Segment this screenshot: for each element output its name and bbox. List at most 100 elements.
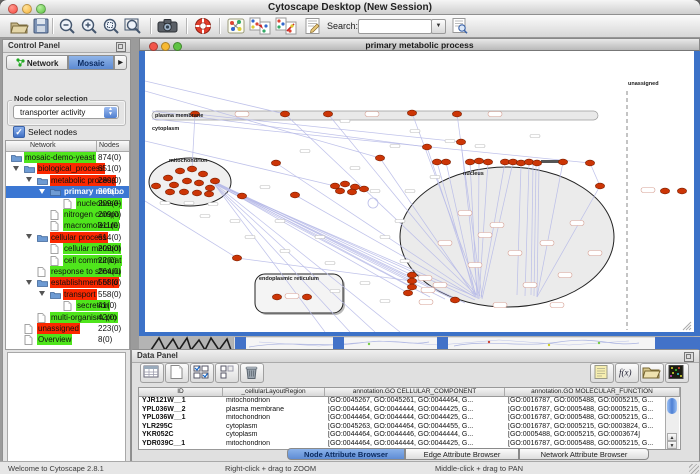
network-window-titlebar[interactable]: primary metabolic process xyxy=(139,38,700,51)
expander-icon[interactable] xyxy=(13,166,19,171)
tab-edge-attribute-browser[interactable]: Edge Attribute Browser xyxy=(405,448,519,460)
network-node[interactable] xyxy=(359,186,368,192)
tree-row-cellular-process[interactable]: cellular process614(0) xyxy=(6,232,129,243)
unselect-attributes-icon[interactable] xyxy=(215,363,239,383)
tree-row-secretion[interactable]: secretion41(0) xyxy=(6,300,129,311)
network-node[interactable] xyxy=(194,180,203,186)
network-node[interactable] xyxy=(456,139,465,145)
column-header-3[interactable]: annotation.GO MOLECULAR_FUNCTION xyxy=(505,388,680,397)
network-node[interactable] xyxy=(660,188,669,194)
tree-row-label[interactable]: transport xyxy=(63,289,97,300)
tree-col-network[interactable]: Network xyxy=(30,142,56,149)
network-node[interactable] xyxy=(516,160,525,166)
canvas-resize-grip[interactable] xyxy=(683,322,691,330)
network-node[interactable] xyxy=(422,144,431,150)
network-node[interactable] xyxy=(163,175,172,181)
zoom-view-icon[interactable] xyxy=(173,42,182,51)
tree-row-label[interactable]: unassigned xyxy=(37,323,80,334)
search-options-icon[interactable] xyxy=(450,17,470,35)
tab-network[interactable]: Network xyxy=(6,55,68,70)
attribute-matrix-icon[interactable] xyxy=(665,363,689,383)
network-node[interactable] xyxy=(323,111,332,117)
table-row-YJR121W__1[interactable]: YJR121W__1mitochondrion[GO:0045267, GO:0… xyxy=(139,397,679,406)
network-node[interactable] xyxy=(407,272,416,278)
edge[interactable] xyxy=(152,119,590,163)
close-view-icon[interactable] xyxy=(149,42,158,51)
window-resize-grip[interactable] xyxy=(689,464,699,474)
network-node[interactable] xyxy=(204,191,213,197)
network-node[interactable] xyxy=(272,294,281,300)
network-node[interactable] xyxy=(302,294,311,300)
network-node[interactable] xyxy=(677,188,686,194)
network-node[interactable] xyxy=(465,159,474,165)
network-node[interactable] xyxy=(558,159,567,165)
network-view-icon[interactable] xyxy=(226,17,246,35)
tree-row-cellular-metabol[interactable]: cellular metabol209(0) xyxy=(6,243,129,254)
import-attributes-icon[interactable] xyxy=(640,363,664,383)
network-node[interactable] xyxy=(169,182,178,188)
dropdown-stepper-icon[interactable]: ▲▼ xyxy=(104,107,117,118)
network-node[interactable] xyxy=(280,111,289,117)
attribute-table-icon[interactable] xyxy=(140,363,164,383)
network-node[interactable] xyxy=(532,160,541,166)
tree-row-macromolecule[interactable]: macromolecule311(0) xyxy=(6,220,129,231)
network-node[interactable] xyxy=(340,181,349,187)
table-row-YPL036W__2[interactable]: YPL036W__2plasma membrane[GO:0044464, GO… xyxy=(139,406,679,415)
new-attribute-icon[interactable] xyxy=(165,363,189,383)
save-icon[interactable] xyxy=(31,17,51,35)
minimize-view-icon[interactable] xyxy=(161,42,170,51)
network-node[interactable] xyxy=(595,183,604,189)
expander-icon[interactable] xyxy=(26,177,32,182)
edge[interactable] xyxy=(145,201,237,258)
table-row-YKR052C[interactable]: YKR052Ccytoplasm[GO:0044464, GO:0044446,… xyxy=(139,431,679,440)
expander-icon[interactable] xyxy=(39,291,45,296)
tree-row-biological-process[interactable]: biological_process651(0) xyxy=(6,163,129,174)
network-canvas[interactable]: plasma membranecytoplasmmitochondrionnuc… xyxy=(145,51,694,332)
tab-node-attribute-browser[interactable]: Node Attribute Browser xyxy=(287,448,405,460)
network-node[interactable] xyxy=(452,111,461,117)
network-node[interactable] xyxy=(407,284,416,290)
notes-icon[interactable] xyxy=(590,363,614,383)
delete-attribute-icon[interactable] xyxy=(240,363,264,383)
tree-row-unassigned[interactable]: unassigned223(0) xyxy=(6,323,129,334)
network-node[interactable] xyxy=(474,158,483,164)
network-node[interactable] xyxy=(483,159,492,165)
table-row-YLR295C[interactable]: YLR295Ccytoplasm[GO:0045263, GO:0044464,… xyxy=(139,423,679,432)
tab-network-attribute-browser[interactable]: Network Attribute Browser xyxy=(519,448,649,460)
expander-icon[interactable] xyxy=(26,234,32,239)
tree-row-overview[interactable]: Overview8(0) xyxy=(6,334,129,345)
network-node[interactable] xyxy=(524,159,533,165)
tree-row-label[interactable]: mosaic-demo-yeast xyxy=(24,152,96,163)
copy-network-icon[interactable] xyxy=(249,17,269,35)
window-titlebar[interactable]: Cytoscape Desktop (New Session) xyxy=(0,0,700,15)
select-attributes-icon[interactable] xyxy=(190,363,214,383)
tree-row-nitrogen-compo[interactable]: nitrogen compo209(0) xyxy=(6,209,129,220)
network-node[interactable] xyxy=(347,189,356,195)
network-node[interactable] xyxy=(232,255,241,261)
tree-row-multi-organism-pro[interactable]: multi-organism pro42(0) xyxy=(6,312,129,323)
network-node[interactable] xyxy=(450,297,459,303)
node-color-dropdown[interactable]: transporter activity ▲▼ xyxy=(13,105,119,119)
network-node[interactable] xyxy=(175,168,184,174)
tree-row-cell-communicat[interactable]: cell communicat22(0) xyxy=(6,255,129,266)
expander-icon[interactable] xyxy=(26,280,32,285)
network-node[interactable] xyxy=(441,159,450,165)
scroll-up-icon[interactable]: ▲ xyxy=(667,433,677,441)
network-node[interactable] xyxy=(432,159,441,165)
network-node[interactable] xyxy=(290,192,299,198)
tree-row-label[interactable]: Overview xyxy=(37,334,72,345)
help-lifesaver-icon[interactable] xyxy=(193,17,213,35)
tree-row-transport[interactable]: transport558(0) xyxy=(6,289,129,300)
float-panel-icon[interactable] xyxy=(684,352,694,362)
network-node[interactable] xyxy=(151,183,160,189)
tree-row-establishment-of-lo[interactable]: establishment of lo558(0) xyxy=(6,277,129,288)
annotation-icon[interactable] xyxy=(303,17,323,35)
network-node[interactable] xyxy=(375,155,384,161)
table-row-YDR039C__1[interactable]: YDR039C__1mitochondrion[GO:0044464, GO:0… xyxy=(139,440,679,449)
edge[interactable] xyxy=(590,163,600,186)
network-tree-header[interactable]: Network Nodes xyxy=(6,141,129,152)
search-dropdown-icon[interactable]: ▼ xyxy=(431,19,446,34)
network-node[interactable] xyxy=(508,159,517,165)
network-node[interactable] xyxy=(179,189,188,195)
column-header-1[interactable]: _cellularLayoutRegion xyxy=(223,388,325,397)
